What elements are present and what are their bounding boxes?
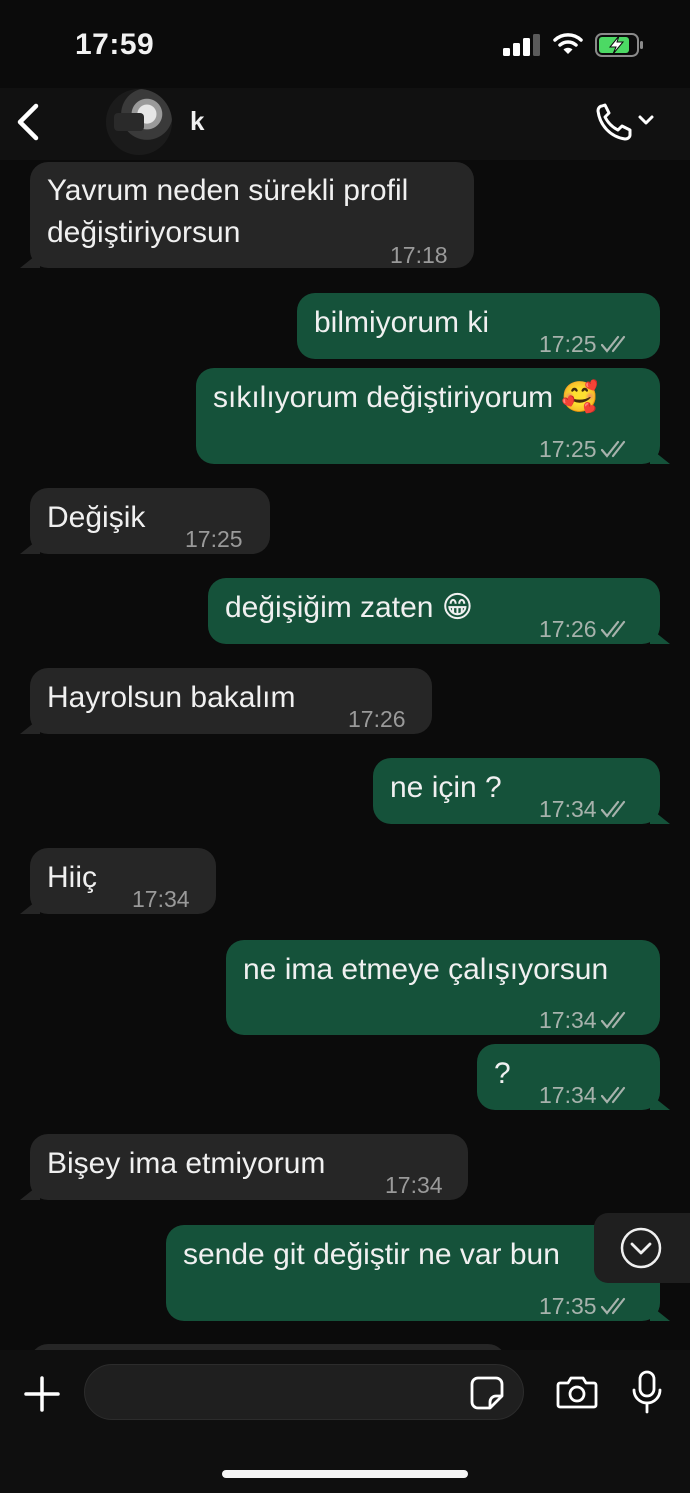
message-bubble-incoming[interactable]: Bişey ima etmiyorum 17:34 (20, 1134, 468, 1200)
message-text: Yavrum neden sürekli profil (47, 174, 409, 207)
message-meta: 17:25 (539, 323, 633, 365)
message-meta: 17:34 (539, 999, 633, 1041)
sticker-icon[interactable] (470, 1376, 504, 1410)
chat-header: k (0, 88, 690, 160)
contact-name[interactable]: k (190, 106, 204, 137)
bubble-tail (20, 898, 40, 914)
message-time: 17:34 (385, 1172, 443, 1198)
message-meta: 17:34 (539, 788, 633, 830)
battery-charging-icon (595, 33, 643, 57)
message-bubble-incoming[interactable]: Hayrolsun bakalım 17:26 (20, 668, 432, 734)
message-bubble-outgoing[interactable]: ? 17:34 (477, 1044, 670, 1110)
message-composer (0, 1350, 690, 1493)
status-time: 17:59 (75, 28, 155, 61)
chevron-down-circle-icon (620, 1227, 662, 1269)
wifi-icon (553, 33, 583, 54)
message-meta: 17:25 (539, 428, 633, 470)
message-time: 17:34 (132, 886, 190, 912)
double-check-icon (600, 1011, 625, 1029)
bubble-tail (20, 252, 40, 268)
message-list[interactable]: Yavrum neden sürekli profil değiştiriyor… (0, 160, 690, 1350)
home-indicator (222, 1470, 468, 1478)
bubble-tail (20, 538, 40, 554)
message-text: Hayrolsun bakalım (47, 681, 296, 714)
bubble-tail (20, 1184, 40, 1200)
message-bubble-outgoing[interactable]: ne ima etmeye çalışıyorsun 17:34 (226, 940, 660, 1035)
message-bubble-incoming[interactable]: Yavrum neden sürekli profil değiştiriyor… (20, 162, 474, 268)
message-bubble-outgoing[interactable]: sıkılıyorum değiştiriyorum 🥰 17:25 (196, 368, 670, 464)
scroll-to-bottom-button[interactable] (594, 1213, 690, 1283)
message-text: değişiğim zaten 😁 (225, 591, 474, 624)
camera-icon[interactable] (556, 1374, 598, 1410)
phone-icon[interactable] (594, 100, 660, 144)
message-text: değiştiriyorsun (47, 216, 241, 249)
message-text: bilmiyorum ki (314, 306, 490, 339)
bubble-tail (650, 1094, 670, 1110)
microphone-icon[interactable] (632, 1370, 662, 1414)
message-bubble-outgoing[interactable]: değişiğim zaten 😁 17:26 (208, 578, 670, 644)
double-check-icon (600, 800, 625, 818)
status-bar: 17:59 (0, 0, 690, 88)
message-time: 17:18 (390, 242, 448, 268)
message-meta: 17:26 (539, 608, 633, 650)
double-check-icon (600, 1297, 625, 1315)
message-bubble-outgoing[interactable]: ne için ? 17:34 (373, 758, 670, 824)
double-check-icon (600, 620, 625, 638)
message-bubble-outgoing[interactable]: sende git değiştir ne var bun 17:35 (166, 1225, 670, 1321)
double-check-icon (600, 440, 625, 458)
message-time: 17:26 (539, 616, 597, 642)
message-bubble-incoming[interactable]: Hiiç 17:34 (20, 848, 216, 914)
bubble-tail (650, 808, 670, 824)
message-text: sende git değiştir ne var bun (183, 1238, 560, 1271)
message-meta: 17:34 (539, 1074, 633, 1116)
message-time: 17:26 (348, 706, 406, 732)
back-chevron-icon[interactable] (14, 102, 44, 142)
contact-avatar[interactable] (106, 89, 172, 155)
message-bubble-outgoing[interactable]: bilmiyorum ki 17:25 (297, 293, 660, 359)
message-text: Değişik (47, 501, 146, 534)
message-text: sıkılıyorum değiştiriyorum 🥰 (213, 381, 599, 414)
message-time: 17:25 (539, 331, 597, 357)
double-check-icon (600, 1086, 625, 1104)
plus-icon[interactable] (24, 1376, 60, 1412)
message-meta: 17:35 (539, 1285, 633, 1327)
bubble-tail (650, 448, 670, 464)
message-time: 17:34 (539, 796, 597, 822)
message-time: 17:25 (539, 436, 597, 462)
message-input[interactable] (84, 1364, 524, 1420)
message-text: Bişey ima etmiyorum (47, 1147, 326, 1180)
message-text: ne için ? (390, 771, 502, 804)
message-bubble-incoming[interactable]: Değişik 17:25 (20, 488, 270, 554)
message-time: 17:35 (539, 1293, 597, 1319)
bubble-tail (20, 718, 40, 734)
bubble-tail (650, 1305, 670, 1321)
message-time: 17:34 (539, 1082, 597, 1108)
message-text: ? (494, 1057, 511, 1090)
message-time: 17:25 (185, 526, 243, 552)
double-check-icon (600, 335, 625, 353)
message-text: ne ima etmeye çalışıyorsun (243, 953, 609, 986)
message-text: Hiiç (47, 861, 97, 894)
message-time: 17:34 (539, 1007, 597, 1033)
bubble-tail (650, 628, 670, 644)
cellular-signal-icon (503, 34, 540, 56)
